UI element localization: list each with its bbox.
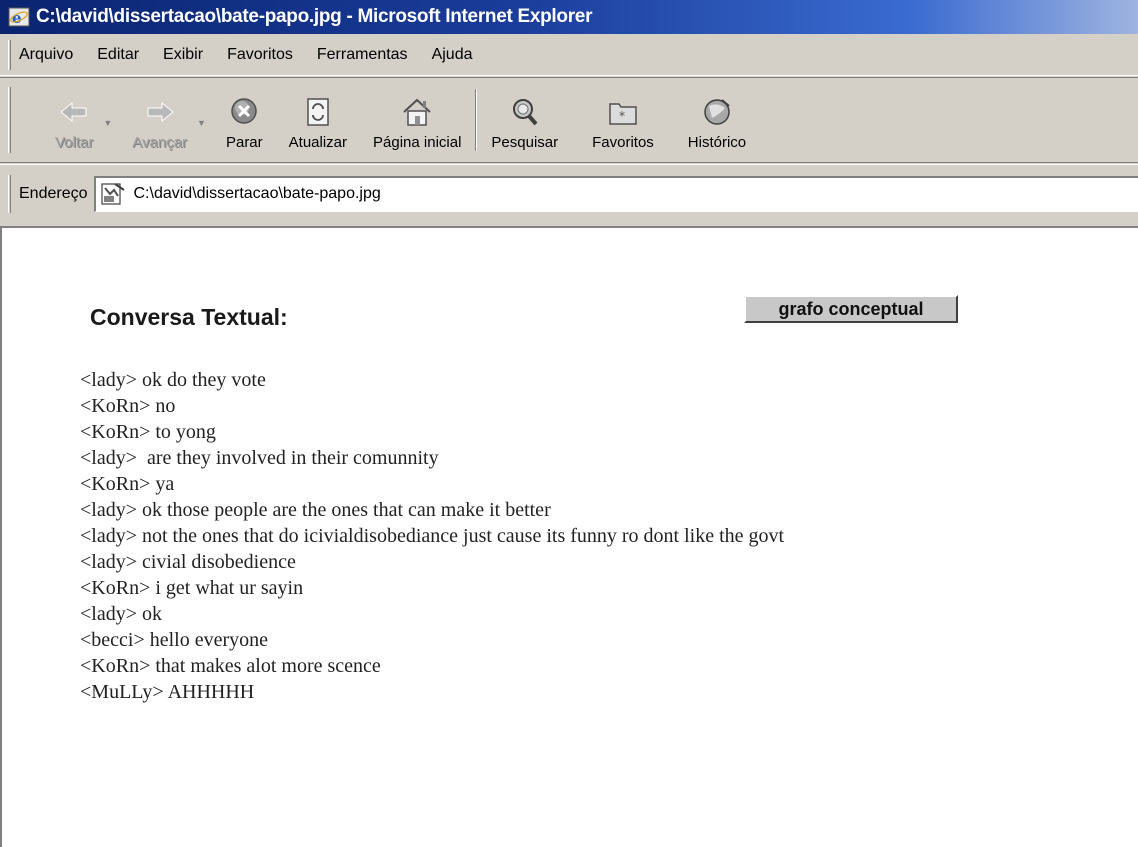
address-input[interactable] <box>133 185 1034 203</box>
browser-chrome: Arquivo Editar Exibir Favoritos Ferramen… <box>0 34 1138 226</box>
addressbar-grip[interactable] <box>8 174 11 213</box>
favorites-button[interactable]: * Favoritos <box>586 83 660 157</box>
chat-line: <becci> hello everyone <box>80 629 269 651</box>
menu-arquivo[interactable]: Arquivo <box>19 46 73 64</box>
menubar-grip[interactable] <box>8 39 11 70</box>
menu-favoritos[interactable]: Favoritos <box>227 46 293 64</box>
chat-line: <lady> ok do they vote <box>80 369 266 391</box>
svg-text:*: * <box>619 109 625 123</box>
refresh-label: Atualizar <box>288 134 348 151</box>
search-button[interactable]: Pesquisar <box>485 83 564 157</box>
back-dropdown-arrow[interactable]: ▼ <box>103 112 112 128</box>
chat-line: <KoRn> no <box>80 395 176 417</box>
forward-button[interactable]: Avançar <box>126 83 193 157</box>
chat-line: <lady> not the ones that do icivialdisob… <box>80 525 785 547</box>
menu-bar: Arquivo Editar Exibir Favoritos Ferramen… <box>0 34 1138 76</box>
chat-line: <lady> ok those people are the ones that… <box>80 499 551 521</box>
menu-exibir[interactable]: Exibir <box>163 46 203 64</box>
forward-label: Avançar <box>132 134 188 151</box>
menu-ajuda[interactable]: Ajuda <box>432 46 473 64</box>
favorites-label: Favoritos <box>592 134 654 151</box>
title-bar: e C:\david\dissertacao\bate-papo.jpg - M… <box>0 0 1138 34</box>
svg-text:e: e <box>12 9 22 27</box>
chat-line: <MuLLy> AHHHHH <box>80 681 255 703</box>
history-button[interactable]: Histórico <box>682 83 752 157</box>
chat-line: <lady> are they involved in their comunn… <box>80 447 439 469</box>
chat-line: <KoRn> to yong <box>80 421 216 443</box>
address-bar: Endereço <box>0 164 1138 222</box>
ie-icon: e <box>8 7 30 27</box>
forward-arrow-icon <box>147 101 174 123</box>
page-heading: Conversa Textual: <box>90 304 288 330</box>
standard-toolbar: Voltar ▼ Avançar ▼ Parar Atualizar Págin… <box>0 77 1138 163</box>
forward-dropdown-arrow[interactable]: ▼ <box>197 112 206 128</box>
chat-line: <lady> ok <box>80 603 162 625</box>
stop-icon <box>231 98 258 124</box>
refresh-icon <box>307 98 329 126</box>
chat-line: <KoRn> ya <box>80 473 175 495</box>
menu-ferramentas[interactable]: Ferramentas <box>317 46 408 64</box>
search-icon <box>512 99 538 126</box>
toolbar-separator <box>475 89 478 151</box>
refresh-button[interactable]: Atualizar <box>283 83 353 157</box>
home-button[interactable]: Página inicial <box>367 83 467 157</box>
history-icon <box>704 99 730 125</box>
home-label: Página inicial <box>373 134 462 151</box>
stop-button[interactable]: Parar <box>220 83 269 157</box>
chat-line: <lady> civial disobedience <box>80 551 296 573</box>
address-field[interactable] <box>93 175 1138 212</box>
search-label: Pesquisar <box>491 134 559 151</box>
grafo-conceptual-button[interactable]: grafo conceptual <box>744 295 958 323</box>
jpg-file-icon <box>100 183 125 205</box>
history-label: Histórico <box>687 134 747 151</box>
chat-line: <KoRn> that makes alot more scence <box>80 655 381 677</box>
toolbar-grip[interactable] <box>8 87 11 153</box>
chat-line: <KoRn> i get what ur sayin <box>80 577 304 599</box>
back-label: Voltar <box>55 134 94 151</box>
address-label: Endereço <box>19 184 88 202</box>
home-icon <box>403 98 431 126</box>
back-arrow-icon <box>60 101 87 123</box>
stop-label: Parar <box>225 134 263 151</box>
window-title: C:\david\dissertacao\bate-papo.jpg - Mic… <box>36 6 593 27</box>
favorites-icon: * <box>609 103 637 125</box>
chat-transcript: <lady> ok do they vote <KoRn> no <KoRn> … <box>80 367 1138 705</box>
menu-editar[interactable]: Editar <box>97 46 139 64</box>
back-button[interactable]: Voltar <box>49 83 99 157</box>
